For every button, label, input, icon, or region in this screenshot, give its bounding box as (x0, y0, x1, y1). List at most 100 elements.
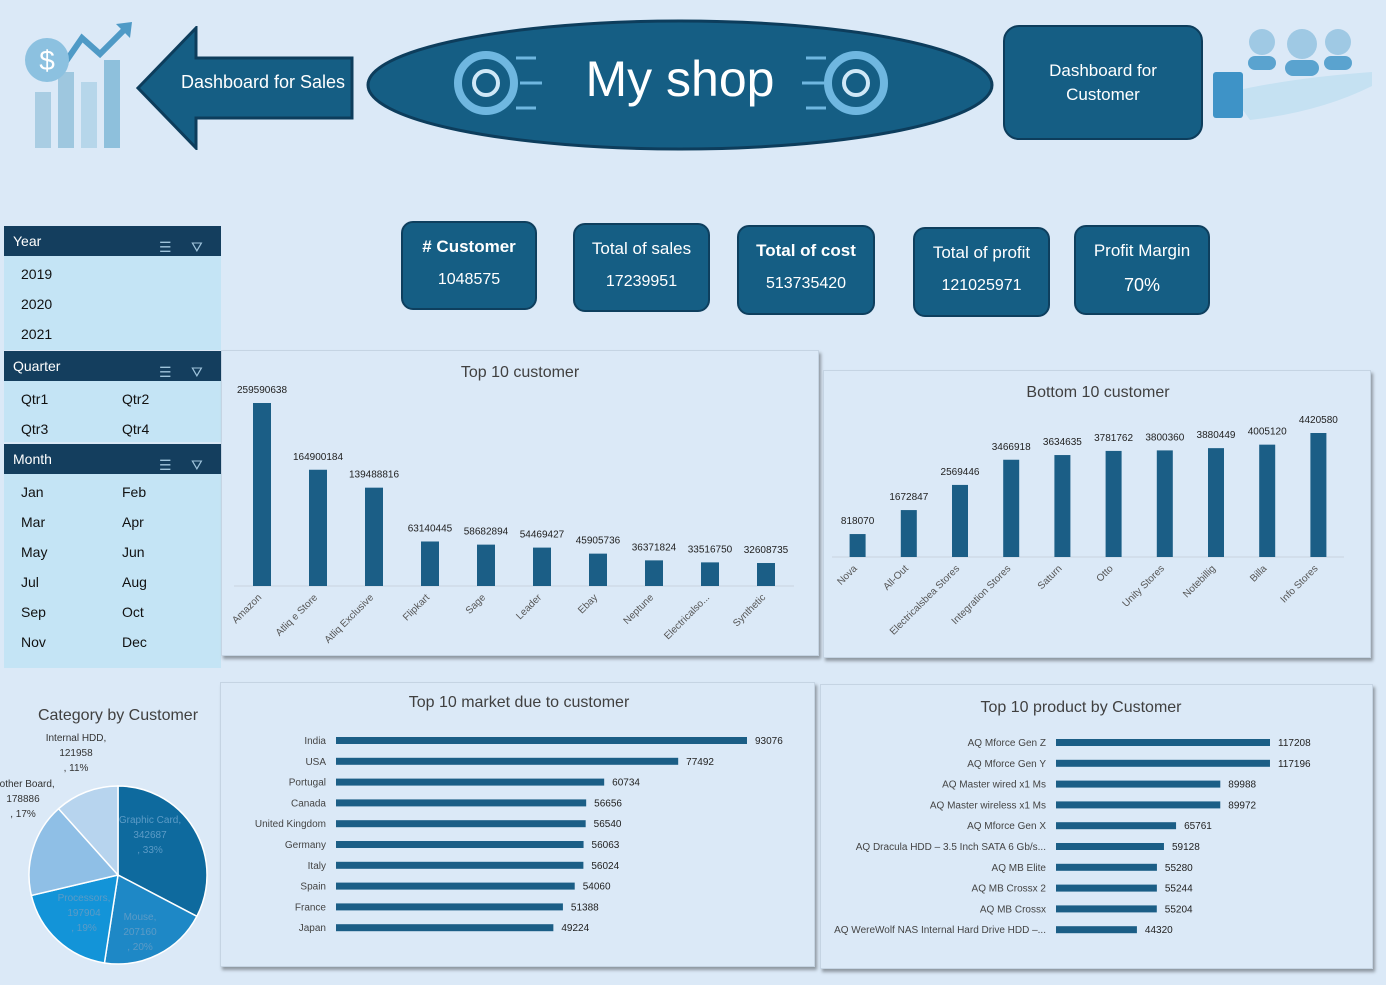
chart-title: Category by Customer (38, 707, 199, 724)
bar (1054, 455, 1071, 557)
category-label: Notebillig (1181, 563, 1218, 600)
data-label: 207160 (123, 927, 157, 938)
slicer-item-qtr2[interactable]: Qtr2 (122, 391, 149, 407)
category-label: AQ MB Crossx (980, 904, 1046, 915)
slicer-item-feb[interactable]: Feb (122, 484, 146, 500)
slicer-item-apr[interactable]: Apr (122, 514, 144, 530)
bar (336, 799, 587, 807)
slicer-item-mar[interactable]: Mar (21, 514, 45, 530)
data-label: 33516750 (688, 544, 733, 555)
customer-dashboard-nav-button[interactable]: Dashboard for Customer (1003, 25, 1203, 140)
slicer-item-2019[interactable]: 2019 (21, 266, 52, 282)
kpi-label: Total of profit (932, 243, 1031, 262)
category-label: Leader (514, 592, 544, 622)
category-label: Unity Stores (1121, 563, 1167, 609)
data-label: , 19% (71, 923, 97, 934)
data-label: 197904 (67, 908, 101, 919)
category-label: Info Stores (1279, 563, 1321, 605)
data-label: Mouse, (124, 912, 157, 923)
year-slicer: Year ☰ ⛛ 2019 2020 2021 (4, 226, 221, 350)
slicer-item-qtr4[interactable]: Qtr4 (122, 421, 149, 437)
data-label: Graphic Card, (119, 815, 181, 826)
category-label: Nova (835, 563, 860, 588)
svg-text:$: $ (39, 45, 55, 76)
kpi-customer-count: # Customer 1048575 (401, 221, 537, 310)
bottom10-customer-panel: Bottom 10 customer 818070 Nova 1672847 All-O… (823, 370, 1371, 658)
top10-market-panel: Top 10 market due to customer India 93076 U… (220, 682, 815, 967)
bar (1105, 450, 1122, 557)
data-label: Processors, (58, 893, 111, 904)
slicer-item-jan[interactable]: Jan (21, 484, 44, 500)
bar (336, 757, 679, 765)
data-label: 56024 (591, 861, 619, 872)
data-label: 121958 (59, 748, 93, 759)
top10-customer-panel: Top 10 customer 259590638 Amazon 164900184 A… (221, 350, 819, 656)
data-label: 65761 (1184, 821, 1212, 832)
bar (1156, 450, 1173, 557)
data-label: 3880449 (1197, 430, 1236, 441)
page-title: My shop (585, 51, 775, 107)
bar (1056, 884, 1157, 892)
data-label: 59128 (1172, 842, 1200, 853)
bar (1056, 739, 1270, 746)
category-label: Spain (300, 882, 326, 893)
data-label: , 11% (64, 763, 89, 774)
bar (645, 560, 663, 586)
category-label: Atliq Exclusive (323, 592, 377, 646)
category-label: Synthetic (731, 592, 768, 629)
category-label: USA (305, 757, 326, 768)
slicer-item-may[interactable]: May (21, 544, 47, 560)
slicer-item-oct[interactable]: Oct (122, 604, 144, 620)
bar (477, 544, 495, 586)
category-label: United Kingdom (255, 819, 326, 830)
category-label: AQ Mforce Gen Y (967, 759, 1046, 770)
slicer-item-2021[interactable]: 2021 (21, 326, 52, 342)
slicer-item-jul[interactable]: Jul (21, 574, 39, 590)
month-slicer-header: Month ☰ ⛛ (4, 444, 221, 474)
year-slicer-title: Year (13, 233, 42, 249)
data-label: 45905736 (576, 536, 621, 547)
kpi-label: Profit Margin (1093, 241, 1191, 260)
category-pie-chart: Category by Customer Graphic Card, 342687,… (0, 707, 208, 965)
bar (253, 403, 271, 586)
data-label: 56063 (592, 840, 620, 851)
category-label: Canada (291, 798, 326, 809)
top10-product-chart: Top 10 product by Customer AQ Mforce Gen … (834, 699, 1311, 936)
slicer-item-aug[interactable]: Aug (122, 574, 147, 590)
customers-icon (1210, 22, 1375, 147)
category-label: AQ Dracula HDD – 3.5 Inch SATA 6 Gb/s... (856, 842, 1046, 853)
sales-chart-icon: $ (20, 20, 135, 148)
slicer-item-sep[interactable]: Sep (21, 604, 46, 620)
slicer-item-jun[interactable]: Jun (122, 544, 145, 560)
category-label: AQ Master wireless x1 Ms (930, 800, 1046, 811)
slicer-item-qtr3[interactable]: Qtr3 (21, 421, 48, 437)
sales-dashboard-nav-button[interactable]: Dashboard for Sales (136, 26, 354, 150)
bar (309, 469, 327, 586)
kpi-total-profit: Total of profit 121025971 (913, 227, 1050, 317)
data-label: 63140445 (408, 523, 453, 534)
data-label: 3800360 (1145, 432, 1184, 443)
bar (533, 547, 551, 586)
data-label: 56540 (594, 819, 622, 830)
category-label: AQ Mforce Gen Z (968, 738, 1046, 749)
slicer-item-dec[interactable]: Dec (122, 634, 147, 650)
slicer-item-2020[interactable]: 2020 (21, 296, 52, 312)
data-label: 44320 (1145, 925, 1173, 936)
data-label: , 33% (137, 845, 163, 856)
bar (1259, 444, 1276, 557)
data-label: 51388 (571, 902, 599, 913)
chart-title: Top 10 customer (461, 364, 580, 381)
data-label: 2569446 (941, 467, 980, 478)
category-label: AQ MB Elite (992, 863, 1047, 874)
bar (589, 553, 607, 586)
data-label: 139488816 (349, 470, 399, 481)
slicer-item-qtr1[interactable]: Qtr1 (21, 391, 48, 407)
bar (1056, 759, 1270, 767)
data-label: 55280 (1165, 863, 1193, 874)
bar (336, 882, 575, 890)
chart-title: Top 10 market due to customer (409, 694, 630, 711)
data-label: 54469427 (520, 530, 565, 541)
slicer-item-nov[interactable]: Nov (21, 634, 46, 650)
category-label: France (295, 902, 327, 913)
category-label: Japan (299, 923, 326, 934)
